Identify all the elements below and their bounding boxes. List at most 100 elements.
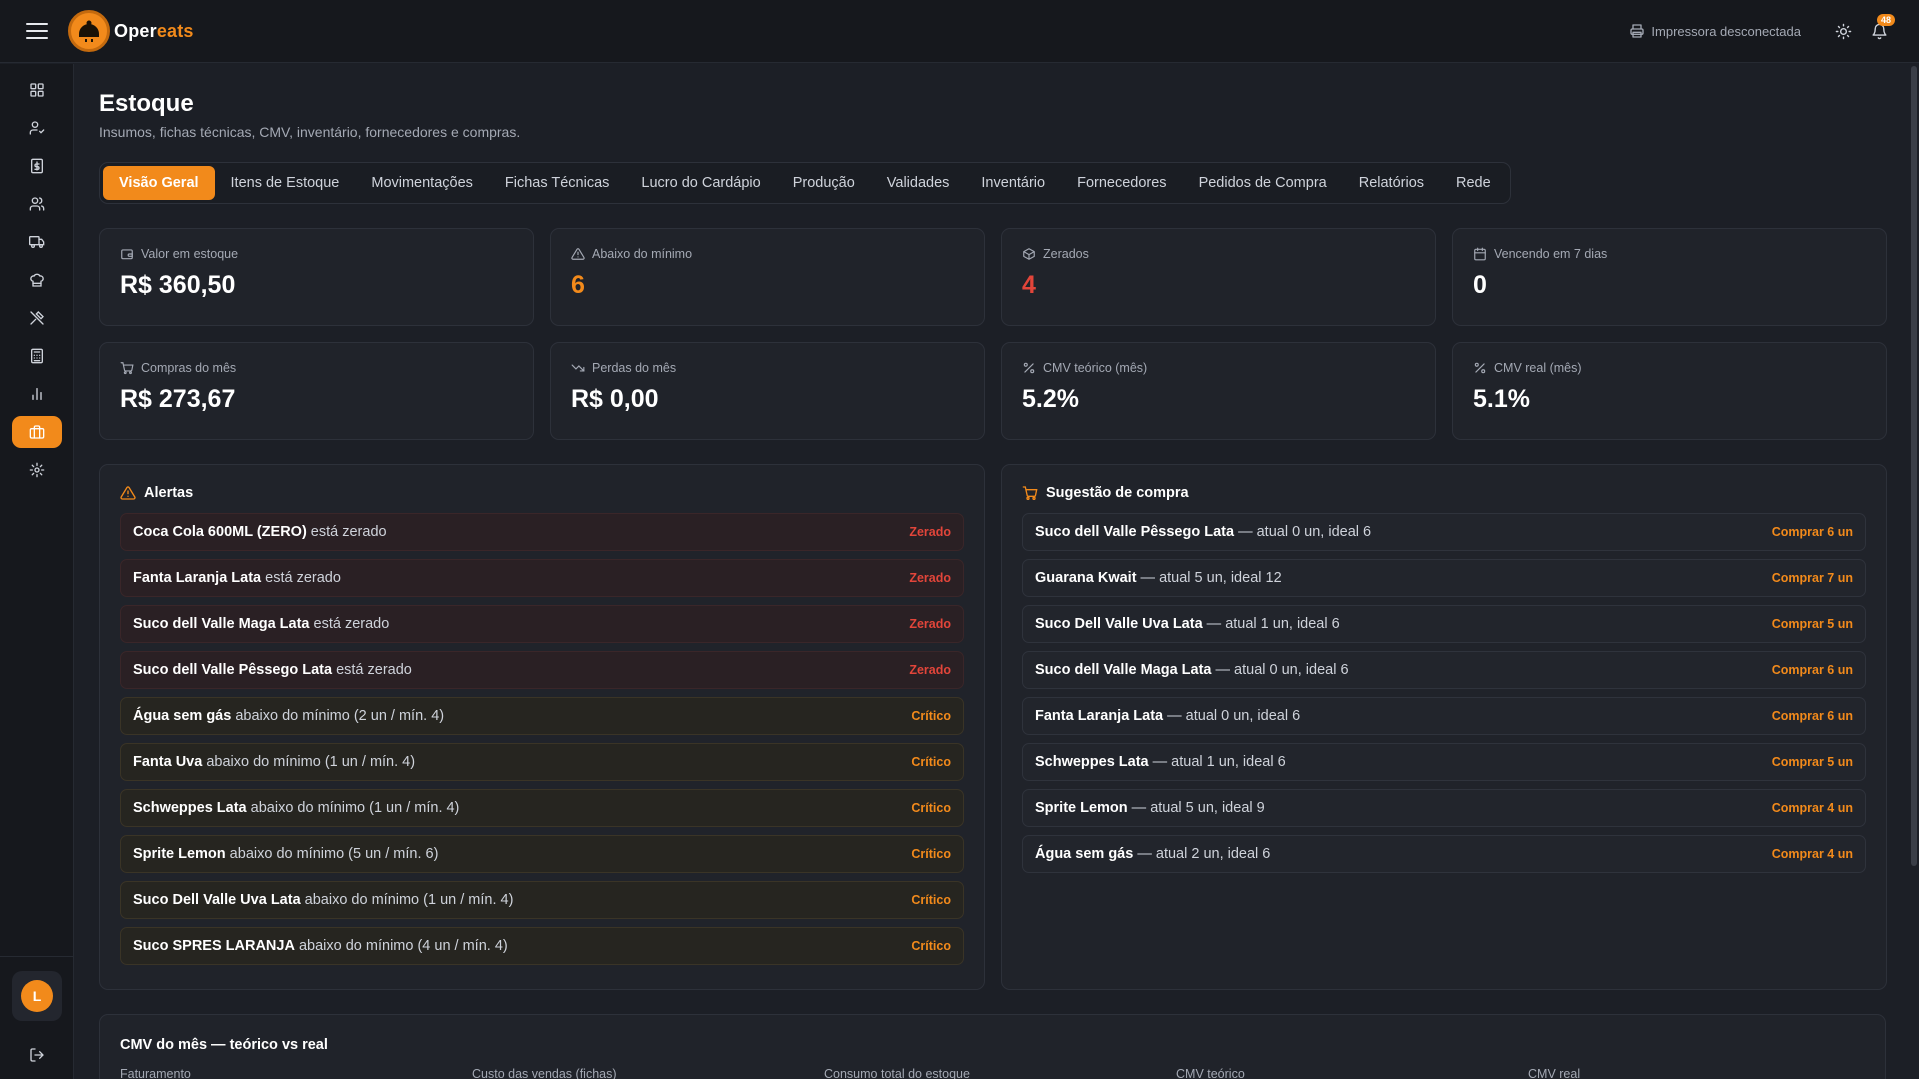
avatar: L: [21, 980, 53, 1012]
theme-toggle-button[interactable]: [1825, 13, 1861, 49]
kpi-value: 0: [1473, 271, 1487, 299]
sidebar-item-dashboard[interactable]: [12, 74, 62, 106]
notification-badge: 48: [1876, 14, 1895, 26]
alert-row[interactable]: Suco dell Valle Pêssego Lata está zerado…: [120, 651, 964, 689]
sidebar-item-kitchen[interactable]: [12, 264, 62, 296]
alert-item-name: Suco SPRES LARANJA: [133, 938, 295, 954]
sidebar-nav: [0, 64, 73, 492]
kpi-card-losses: Perdas do mês R$ 0,00: [550, 342, 985, 440]
tab-fichas-tecnicas[interactable]: Fichas Técnicas: [489, 166, 626, 200]
alert-item-name: Água sem gás: [133, 708, 232, 724]
alert-row[interactable]: Sprite Lemon abaixo do mínimo (5 un / mí…: [120, 835, 964, 873]
logout-button[interactable]: [0, 1035, 74, 1075]
sidebar-item-attendance[interactable]: [12, 112, 62, 144]
percent-icon: [1474, 362, 1486, 374]
calendar-icon: [1474, 247, 1486, 261]
sidebar-item-stock[interactable]: [11, 416, 62, 448]
user-check-icon: [29, 121, 44, 135]
alert-item-text: está zerado: [261, 570, 341, 586]
suggestion-row[interactable]: Schweppes Lata — atual 1 un, ideal 6 Comp…: [1022, 743, 1866, 781]
kpi-grid: Valor em estoque R$ 360,50 Abaixo do mín…: [99, 228, 1887, 440]
sidebar-item-menu[interactable]: [12, 302, 62, 334]
suggestion-item-text: — atual 1 un, ideal 6: [1202, 616, 1340, 632]
printer-icon: [1630, 24, 1645, 38]
alert-row[interactable]: Fanta Laranja Lata está zerado Zerado: [120, 559, 964, 597]
brand-logo[interactable]: Opereats: [68, 10, 194, 52]
suggestion-item-name: Suco dell Valle Maga Lata: [1035, 662, 1212, 678]
purchase-suggestions-panel: Sugestão de compra Suco dell Valle Pêsse…: [1001, 464, 1887, 990]
alert-row[interactable]: Fanta Uva abaixo do mínimo (1 un / mín. …: [120, 743, 964, 781]
menu-icon[interactable]: [26, 23, 48, 39]
suggestion-item-name: Sprite Lemon: [1035, 800, 1128, 816]
user-menu[interactable]: L: [12, 971, 62, 1021]
truck-icon: [28, 236, 44, 248]
logout-icon: [30, 1048, 44, 1062]
chef-hat-icon: [29, 273, 44, 287]
tab-validades[interactable]: Validades: [871, 166, 966, 200]
printer-status[interactable]: Impressora desconectada: [1629, 23, 1801, 39]
tab-movimentacoes[interactable]: Movimentações: [355, 166, 489, 200]
sidebar-item-delivery[interactable]: [12, 226, 62, 258]
tab-inventario[interactable]: Inventário: [965, 166, 1061, 200]
alert-row[interactable]: Schweppes Lata abaixo do mínimo (1 un / …: [120, 789, 964, 827]
tab-rede[interactable]: Rede: [1440, 166, 1507, 200]
kpi-label: CMV teórico (mês): [1043, 361, 1148, 375]
suggestion-item-name: Schweppes Lata: [1035, 754, 1149, 770]
alert-row[interactable]: Suco Dell Valle Uva Lata abaixo do mínim…: [120, 881, 964, 919]
percent-icon: [1023, 362, 1035, 374]
tab-fornecedores[interactable]: Fornecedores: [1061, 166, 1182, 200]
tab-visao-geral[interactable]: Visão Geral: [103, 166, 215, 200]
sidebar-item-reports[interactable]: [12, 378, 62, 410]
tab-pedidos-de-compra[interactable]: Pedidos de Compra: [1183, 166, 1343, 200]
logo-icon: [68, 10, 110, 52]
cmv-column-label: Consumo total do estoque: [824, 1067, 970, 1079]
buy-quantity-label: Comprar 5 un: [1771, 755, 1853, 769]
kpi-value: 5.1%: [1473, 385, 1530, 413]
sidebar-item-finance[interactable]: [12, 340, 62, 372]
calculator-icon: [30, 348, 43, 364]
tab-relatorios[interactable]: Relatórios: [1343, 166, 1440, 200]
suggestion-row[interactable]: Sprite Lemon — atual 5 un, ideal 9 Compra…: [1022, 789, 1866, 827]
buy-quantity-label: Comprar 6 un: [1771, 525, 1853, 539]
status-badge: Crítico: [911, 755, 951, 769]
alert-row[interactable]: Coca Cola 600ML (ZERO) está zerado Zerado: [120, 513, 964, 551]
suggestion-row[interactable]: Suco dell Valle Pêssego Lata — atual 0 u…: [1022, 513, 1866, 551]
suggestion-row[interactable]: Água sem gás — atual 2 un, ideal 6 Compra…: [1022, 835, 1866, 873]
bar-chart-icon: [31, 388, 42, 400]
status-badge: Zerado: [909, 571, 951, 585]
kpi-card-zeroed: Zerados 4: [1001, 228, 1436, 326]
tab-itens-de-estoque[interactable]: Itens de Estoque: [215, 166, 356, 200]
kpi-card-stock-value: Valor em estoque R$ 360,50: [99, 228, 534, 326]
cmv-column-label: Faturamento: [120, 1067, 191, 1079]
suggestion-row[interactable]: Guarana Kwait — atual 5 un, ideal 12 Comp…: [1022, 559, 1866, 597]
suggestion-row[interactable]: Suco dell Valle Maga Lata — atual 0 un, …: [1022, 651, 1866, 689]
sidebar-item-customers[interactable]: [12, 188, 62, 220]
page-scrollbar[interactable]: [1911, 66, 1917, 866]
sidebar-item-orders[interactable]: [12, 150, 62, 182]
tab-lucro-do-cardapio[interactable]: Lucro do Cardápio: [625, 166, 776, 200]
status-badge: Crítico: [911, 939, 951, 953]
alert-item-name: Suco dell Valle Pêssego Lata: [133, 662, 333, 678]
alert-row[interactable]: Água sem gás abaixo do mínimo (2 un / mí…: [120, 697, 964, 735]
tab-bar: Visão Geral Itens de Estoque Movimentaçõ…: [99, 162, 1511, 204]
alerts-title: Alertas: [144, 485, 194, 501]
suggestion-item-text: — atual 0 un, ideal 6: [1163, 708, 1301, 724]
tab-producao[interactable]: Produção: [777, 166, 871, 200]
alert-item-name: Suco dell Valle Maga Lata: [133, 616, 310, 632]
top-bar: Opereats Impressora desconectada 48: [0, 0, 1919, 63]
alert-row[interactable]: Suco SPRES LARANJA abaixo do mínimo (4 u…: [120, 927, 964, 965]
sidebar-item-settings[interactable]: [12, 454, 62, 486]
alert-item-name: Sprite Lemon: [133, 846, 226, 862]
cmv-title: CMV do mês — teórico vs real: [120, 1037, 328, 1053]
status-badge: Zerado: [909, 663, 951, 677]
suggestion-row[interactable]: Fanta Laranja Lata — atual 0 un, ideal 6…: [1022, 697, 1866, 735]
status-badge: Crítico: [911, 893, 951, 907]
alert-row[interactable]: Suco dell Valle Maga Lata está zerado Zer…: [120, 605, 964, 643]
alert-item-text: está zerado: [306, 524, 387, 540]
box-icon: [1023, 248, 1035, 260]
kpi-card-below-minimum: Abaixo do mínimo 6: [550, 228, 985, 326]
notifications-button[interactable]: 48: [1861, 13, 1897, 49]
kpi-card-cmv-real: CMV real (mês) 5.1%: [1452, 342, 1887, 440]
suggestion-row[interactable]: Suco Dell Valle Uva Lata — atual 1 un, i…: [1022, 605, 1866, 643]
cmv-panel: CMV do mês — teórico vs real Faturamento…: [99, 1014, 1886, 1079]
